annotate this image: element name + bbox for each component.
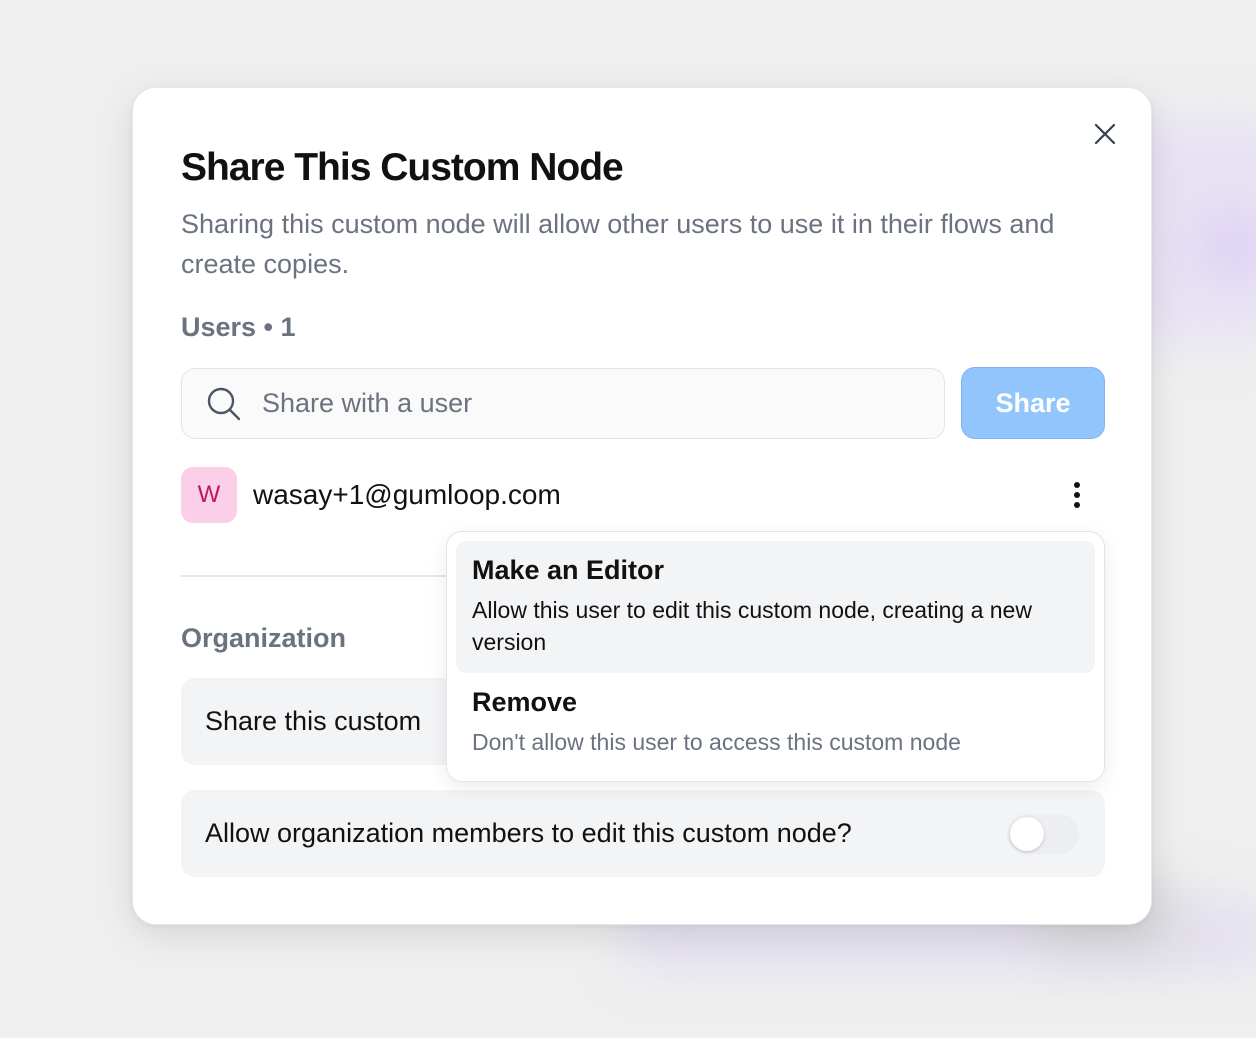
search-icon	[207, 387, 241, 420]
menu-item-remove[interactable]: Remove Don't allow this user to access t…	[456, 673, 1095, 777]
dialog-title: Share This Custom Node	[181, 146, 624, 189]
menu-item-title: Make an Editor	[472, 555, 665, 585]
close-icon	[1094, 123, 1116, 145]
dialog-description: Sharing this custom node will allow othe…	[181, 209, 1055, 279]
menu-item-description: Allow this user to edit this custom node…	[472, 597, 1032, 655]
org-edit-toggle[interactable]	[1007, 814, 1079, 854]
share-with-org-label: Share this custom	[205, 706, 422, 736]
user-options-menu: Make an Editor Allow this user to edit t…	[446, 531, 1105, 782]
share-dialog: Share This Custom Node Sharing this cust…	[132, 87, 1152, 925]
share-user-input[interactable]	[262, 388, 902, 419]
share-button[interactable]: Share	[961, 367, 1105, 439]
toggle-knob	[1010, 817, 1044, 851]
menu-item-title: Remove	[472, 687, 578, 717]
user-avatar: W	[181, 467, 237, 523]
close-button[interactable]	[1089, 118, 1121, 150]
user-email: wasay+1@gumloop.com	[253, 479, 561, 510]
menu-item-description: Don't allow this user to access this cus…	[472, 729, 961, 755]
more-vertical-icon	[1074, 482, 1080, 508]
user-options-button[interactable]	[1061, 477, 1093, 513]
org-edit-label: Allow organization members to edit this …	[205, 818, 852, 848]
background-blur	[1200, 225, 1256, 265]
users-section-label: Users • 1	[181, 312, 296, 342]
user-search-box[interactable]	[181, 368, 945, 439]
org-edit-option: Allow organization members to edit this …	[181, 790, 1105, 877]
organization-section-label: Organization	[181, 623, 347, 653]
user-list-item: W wasay+1@gumloop.com	[181, 467, 1105, 523]
menu-item-make-editor[interactable]: Make an Editor Allow this user to edit t…	[456, 541, 1095, 673]
